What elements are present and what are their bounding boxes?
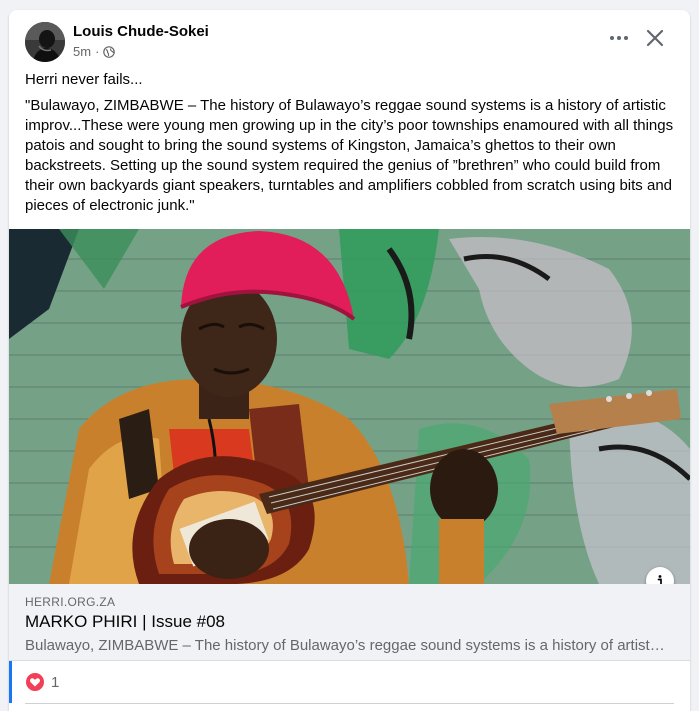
link-preview-image[interactable] <box>9 229 690 584</box>
love-reaction-icon[interactable] <box>25 672 45 692</box>
close-icon <box>646 29 664 47</box>
link-domain: HERRI.ORG.ZA <box>25 595 116 609</box>
more-options-button[interactable] <box>605 24 633 52</box>
meta-separator: · <box>95 44 100 59</box>
post-header: Louis Chude-Sokei 5m · <box>9 10 690 70</box>
post-text-line: Herri never fails... <box>25 71 143 88</box>
reactions-bar: 1 <box>9 661 690 703</box>
reaction-count[interactable]: 1 <box>51 674 59 691</box>
focus-indicator <box>9 661 12 703</box>
globe-icon[interactable] <box>103 45 116 58</box>
post-quote: "Bulawayo, ZIMBABWE – The history of Bul… <box>25 97 674 214</box>
close-button[interactable] <box>641 24 669 52</box>
divider <box>25 703 674 704</box>
post-meta: 5m · <box>73 44 116 59</box>
man-with-red-hat-playing-guitar-photo <box>9 229 690 584</box>
post-timestamp[interactable]: 5m <box>73 44 91 59</box>
author-avatar[interactable] <box>25 22 65 62</box>
link-title[interactable]: MARKO PHIRI | Issue #08 <box>25 612 225 632</box>
post-body: Herri never fails... "Bulawayo, ZIMBABWE… <box>25 70 681 222</box>
more-dots-icon <box>610 36 628 40</box>
link-preview[interactable]: HERRI.ORG.ZA MARKO PHIRI | Issue #08 Bul… <box>9 584 690 661</box>
post-card: Louis Chude-Sokei 5m · Herri never fails… <box>9 10 690 711</box>
link-description: Bulawayo, ZIMBABWE – The history of Bula… <box>25 637 665 654</box>
author-name[interactable]: Louis Chude-Sokei <box>73 23 209 40</box>
